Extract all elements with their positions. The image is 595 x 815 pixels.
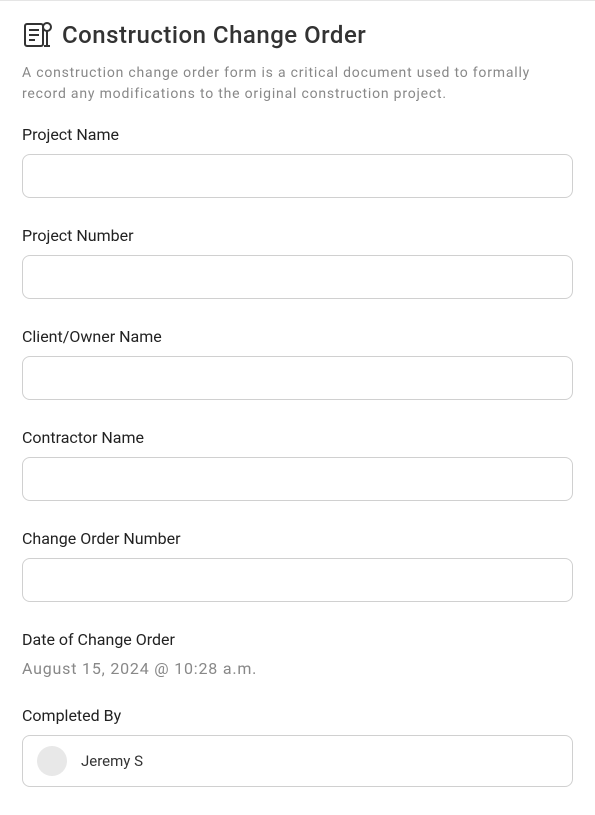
avatar-icon: [37, 746, 67, 776]
input-contractor-name[interactable]: [22, 457, 573, 501]
field-project-name: Project Name: [22, 125, 573, 198]
label-project-number: Project Number: [22, 226, 573, 245]
input-project-name[interactable]: [22, 154, 573, 198]
form-header: Construction Change Order: [22, 19, 573, 51]
input-change-order-number[interactable]: [22, 558, 573, 602]
completed-by-selector[interactable]: Jeremy S: [22, 735, 573, 787]
blueprint-icon: [22, 19, 54, 51]
label-client-owner-name: Client/Owner Name: [22, 327, 573, 346]
label-completed-by: Completed By: [22, 706, 573, 725]
field-completed-by: Completed By Jeremy S: [22, 706, 573, 787]
field-contractor-name: Contractor Name: [22, 428, 573, 501]
value-date-of-change-order: August 15, 2024 @ 10:28 a.m.: [22, 659, 573, 678]
field-client-owner-name: Client/Owner Name: [22, 327, 573, 400]
label-change-order-number: Change Order Number: [22, 529, 573, 548]
input-project-number[interactable]: [22, 255, 573, 299]
label-project-name: Project Name: [22, 125, 573, 144]
form-title: Construction Change Order: [62, 21, 366, 49]
label-contractor-name: Contractor Name: [22, 428, 573, 447]
label-date-of-change-order: Date of Change Order: [22, 630, 573, 649]
field-change-order-number: Change Order Number: [22, 529, 573, 602]
field-date-of-change-order: Date of Change Order August 15, 2024 @ 1…: [22, 630, 573, 678]
form-description: A construction change order form is a cr…: [22, 63, 573, 105]
input-client-owner-name[interactable]: [22, 356, 573, 400]
field-project-number: Project Number: [22, 226, 573, 299]
form-container: Construction Change Order A construction…: [0, 1, 595, 787]
